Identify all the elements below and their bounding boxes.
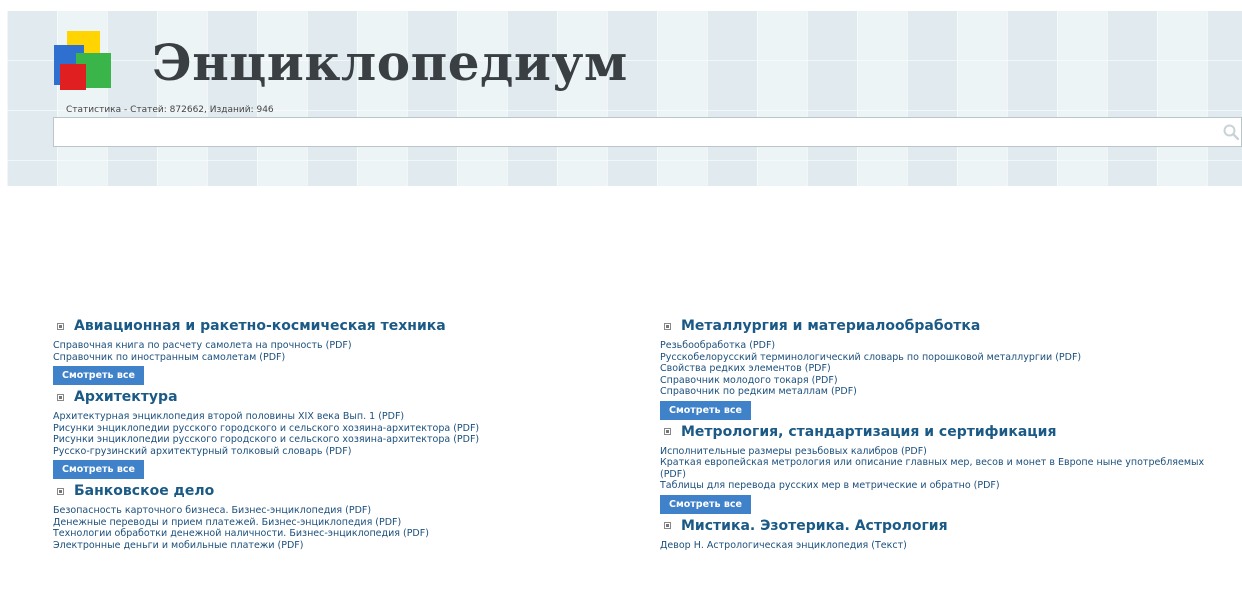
list-item[interactable]: Русско-грузинский архитектурный толковый…: [53, 446, 613, 458]
category-header: Металлургия и материалообработка: [664, 316, 1220, 336]
search-icon[interactable]: [1223, 124, 1239, 140]
category-items: Безопасность карточного бизнеса. Бизнес-…: [53, 505, 613, 551]
list-item[interactable]: Справочник по иностранным самолетам (PDF…: [53, 352, 613, 364]
list-item[interactable]: Краткая европейская метрология или описа…: [660, 457, 1210, 480]
bullet-icon: [57, 322, 64, 330]
list-item[interactable]: Таблицы для перевода русских мер в метри…: [660, 480, 1220, 492]
category-items: Резьбообработка (PDF) Русскобелорусский …: [660, 340, 1220, 398]
logo-red-square: [60, 64, 86, 90]
category-header: Авиационная и ракетно-космическая техник…: [57, 316, 613, 336]
list-item[interactable]: Справочная книга по расчету самолета на …: [53, 340, 613, 352]
category-items: Исполнительные размеры резьбовых калибро…: [660, 446, 1220, 492]
list-item[interactable]: Свойства редких элементов (PDF): [660, 363, 1220, 375]
category-items: Архитектурная энциклопедия второй полови…: [53, 411, 613, 457]
list-item[interactable]: Справочник молодого токаря (PDF): [660, 375, 1220, 387]
category-items: Справочная книга по расчету самолета на …: [53, 340, 613, 363]
category-block: Авиационная и ракетно-космическая техник…: [53, 316, 613, 387]
site-logo[interactable]: [54, 31, 114, 93]
list-item[interactable]: Девор Н. Астрологическая энциклопедия (Т…: [660, 540, 1220, 552]
category-items: Девор Н. Астрологическая энциклопедия (Т…: [660, 540, 1220, 552]
site-header: Энциклопедиум Статистика - Статей: 87266…: [7, 11, 1242, 186]
see-all-button[interactable]: Смотреть все: [53, 460, 144, 479]
see-all-button[interactable]: Смотреть все: [660, 400, 751, 420]
list-item[interactable]: Архитектурная энциклопедия второй полови…: [53, 411, 613, 423]
search-input[interactable]: [53, 117, 1242, 147]
category-title[interactable]: Метрология, стандартизация и сертификаци…: [681, 424, 1056, 440]
category-header: Банковское дело: [57, 481, 613, 501]
list-item[interactable]: Технологии обработки денежной наличности…: [53, 528, 613, 540]
site-title[interactable]: Энциклопедиум: [152, 33, 628, 93]
category-block: Банковское дело Безопасность карточного …: [53, 481, 613, 551]
category-title[interactable]: Авиационная и ракетно-космическая техник…: [74, 318, 446, 334]
list-item[interactable]: Рисунки энциклопедии русского городского…: [53, 423, 613, 435]
list-item[interactable]: Денежные переводы и прием платежей. Бизн…: [53, 517, 613, 529]
list-item[interactable]: Электронные деньги и мобильные платежи (…: [53, 540, 613, 552]
categories-right-column: Металлургия и материалообработка Резьбоо…: [660, 316, 1220, 551]
site-statistics[interactable]: Статистика - Статей: 872662, Изданий: 94…: [66, 105, 274, 115]
bullet-icon: [664, 522, 671, 529]
category-block: Архитектура Архитектурная энциклопедия в…: [53, 387, 613, 481]
category-title[interactable]: Металлургия и материалообработка: [681, 318, 980, 334]
category-title[interactable]: Мистика. Эзотерика. Астрология: [681, 518, 948, 534]
category-title[interactable]: Архитектура: [74, 389, 178, 405]
category-block: Металлургия и материалообработка Резьбоо…: [660, 316, 1220, 422]
category-header: Архитектура: [57, 387, 613, 407]
category-header: Мистика. Эзотерика. Астрология: [664, 516, 1220, 536]
see-all-button[interactable]: Смотреть все: [660, 494, 751, 514]
category-header: Метрология, стандартизация и сертификаци…: [664, 422, 1220, 442]
list-item[interactable]: Рисунки энциклопедии русского городского…: [53, 434, 613, 446]
bullet-icon: [57, 487, 64, 495]
list-item[interactable]: Русскобелорусский терминологический слов…: [660, 352, 1220, 364]
bullet-icon: [664, 322, 671, 330]
category-block: Метрология, стандартизация и сертификаци…: [660, 422, 1220, 516]
bullet-icon: [57, 393, 64, 401]
list-item[interactable]: Справочник по редким металлам (PDF): [660, 386, 1220, 398]
categories-left-column: Авиационная и ракетно-космическая техник…: [53, 316, 613, 551]
list-item[interactable]: Исполнительные размеры резьбовых калибро…: [660, 446, 1220, 458]
list-item[interactable]: Безопасность карточного бизнеса. Бизнес-…: [53, 505, 613, 517]
bullet-icon: [664, 428, 671, 435]
list-item[interactable]: Резьбообработка (PDF): [660, 340, 1220, 352]
category-block: Мистика. Эзотерика. Астрология Девор Н. …: [660, 516, 1220, 552]
see-all-button[interactable]: Смотреть все: [53, 366, 144, 385]
category-title[interactable]: Банковское дело: [74, 483, 214, 499]
